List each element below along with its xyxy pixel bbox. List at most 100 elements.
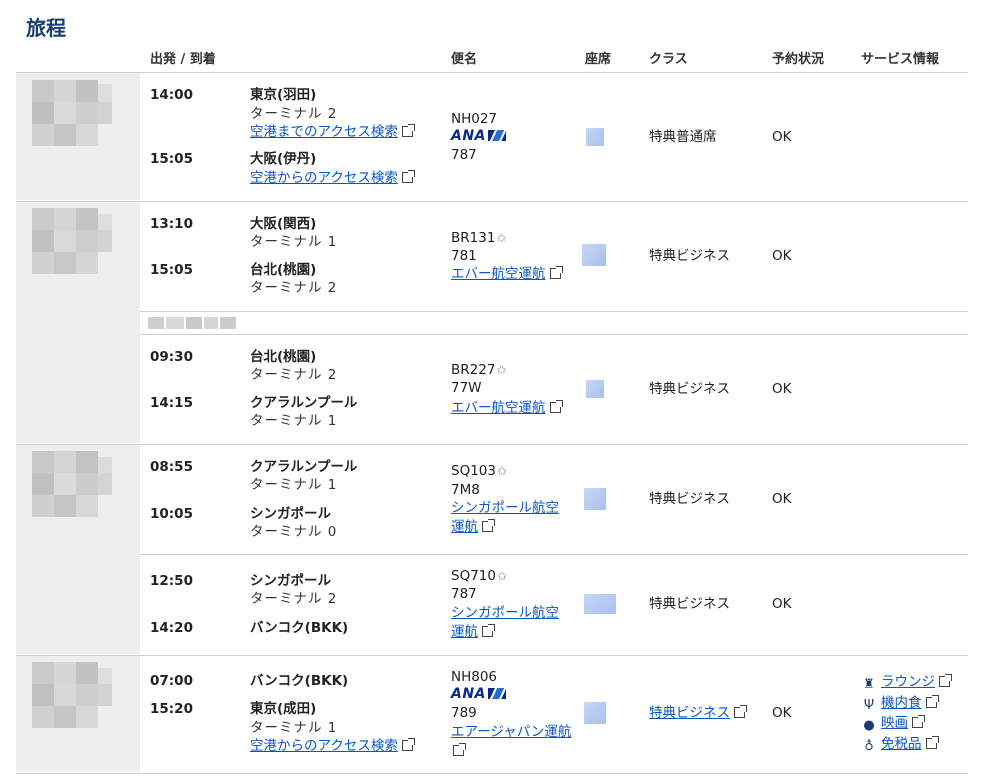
operating-carrier-link[interactable]: エバー航空運航 bbox=[451, 399, 563, 417]
arrival-terminal: ターミナル 0 bbox=[250, 524, 338, 540]
header-seat: 座席 bbox=[585, 52, 612, 67]
arrival-time: 14:20 bbox=[150, 620, 193, 636]
departure-terminal: ターミナル 1 bbox=[250, 477, 338, 493]
external-link-icon bbox=[401, 738, 415, 751]
blurred-thumbnail bbox=[18, 451, 114, 519]
divider bbox=[16, 444, 968, 445]
star-alliance-icon: ✩ bbox=[496, 231, 507, 245]
arrival-time: 15:05 bbox=[150, 151, 193, 167]
booking-status: OK bbox=[772, 596, 792, 612]
header-flight: 便名 bbox=[451, 52, 478, 67]
fare-class-link[interactable]: 特典ビジネス bbox=[649, 704, 747, 722]
operating-carrier-link[interactable]: エアージャパン運航 bbox=[451, 723, 571, 741]
booking-status: OK bbox=[772, 248, 792, 264]
arrival-time: 14:15 bbox=[150, 395, 193, 411]
ana-logo: ANA bbox=[451, 685, 506, 703]
departure-terminal: ターミナル 2 bbox=[250, 106, 338, 122]
arrival-airport: 東京(成田) bbox=[250, 701, 317, 717]
fare-class: 特典ビジネス bbox=[649, 248, 730, 264]
departure-airport: 東京(羽田) bbox=[250, 87, 317, 103]
star-alliance-icon: ✩ bbox=[496, 464, 508, 478]
blurred-thumbnail bbox=[18, 80, 114, 148]
blurred-connection-info bbox=[146, 314, 251, 332]
access-link-label[interactable]: 空港までのアクセス検索 bbox=[250, 124, 398, 140]
star-alliance-icon: ✩ bbox=[496, 363, 507, 377]
aircraft-type: 77W bbox=[451, 380, 482, 396]
external-link-icon bbox=[482, 624, 495, 637]
departure-terminal: ターミナル 2 bbox=[250, 591, 338, 607]
arrival-airport: バンコク(BKK) bbox=[250, 620, 349, 636]
departure-time: 07:00 bbox=[150, 673, 193, 689]
departure-airport: 大阪(関西) bbox=[250, 216, 317, 232]
operating-carrier-link[interactable]: シンガポール航空 bbox=[451, 499, 559, 517]
aircraft-type: 7M8 bbox=[451, 482, 480, 498]
flight-number: NH027 bbox=[451, 111, 498, 127]
seat-blurred bbox=[586, 380, 604, 398]
header-service: サービス情報 bbox=[861, 52, 940, 67]
departure-terminal: ターミナル 2 bbox=[250, 367, 338, 383]
service-lounge[interactable]: ♜ ラウンジ bbox=[861, 673, 952, 692]
departure-time: 13:10 bbox=[150, 216, 193, 232]
operating-carrier-link[interactable]: シンガポール航空 bbox=[451, 604, 559, 622]
aircraft-type: 787 bbox=[451, 147, 477, 163]
external-link-icon bbox=[401, 124, 415, 137]
departure-time: 08:55 bbox=[150, 459, 193, 475]
arrival-terminal: ターミナル 2 bbox=[250, 280, 338, 296]
star-alliance-icon: ✩ bbox=[496, 569, 508, 583]
divider bbox=[16, 201, 968, 202]
departure-terminal: ターミナル 1 bbox=[250, 234, 338, 250]
departure-airport: バンコク(BKK) bbox=[250, 673, 349, 689]
service-meal[interactable]: Ψ 機内食 bbox=[861, 694, 939, 713]
booking-status: OK bbox=[772, 129, 792, 145]
divider bbox=[16, 72, 968, 73]
airport-access-link[interactable]: 空港からのアクセス検索 bbox=[250, 737, 415, 755]
operating-carrier-link[interactable]: 運航 bbox=[451, 518, 495, 536]
operating-carrier-link[interactable]: 運航 bbox=[451, 623, 495, 641]
external-link-icon bbox=[549, 266, 563, 279]
departure-airport: クアラルンプール bbox=[250, 459, 358, 475]
arrival-airport: 台北(桃園) bbox=[250, 262, 317, 278]
header-class: クラス bbox=[649, 52, 688, 67]
departure-time: 14:00 bbox=[150, 87, 193, 103]
header-depart-arrive: 出発 / 到着 bbox=[150, 52, 216, 67]
lounge-icon: ♜ bbox=[863, 677, 875, 692]
arrival-terminal: ターミナル 1 bbox=[250, 413, 338, 429]
service-movie[interactable]: ● 映画 bbox=[861, 714, 925, 733]
external-link-icon[interactable] bbox=[451, 742, 466, 760]
seat-blurred bbox=[584, 702, 606, 724]
divider bbox=[140, 554, 968, 555]
seat-blurred bbox=[582, 244, 606, 266]
external-link-icon bbox=[925, 695, 939, 708]
external-link-icon bbox=[939, 674, 952, 687]
blurred-thumbnail bbox=[18, 208, 114, 276]
film-camera-icon: ● bbox=[863, 718, 875, 733]
external-link-icon bbox=[925, 736, 939, 749]
access-link-label[interactable]: 空港からのアクセス検索 bbox=[250, 170, 398, 186]
flight-number: NH806 bbox=[451, 669, 498, 685]
external-link-icon bbox=[734, 705, 747, 718]
booking-status: OK bbox=[772, 491, 792, 507]
flight-number: BR227✩ bbox=[451, 362, 507, 378]
cutlery-icon: Ψ bbox=[863, 698, 875, 713]
flight-number: SQ103✩ bbox=[451, 463, 508, 479]
divider bbox=[16, 655, 968, 656]
booking-status: OK bbox=[772, 705, 792, 721]
fare-class: 特典ビジネス bbox=[649, 596, 730, 612]
arrival-airport: クアラルンプール bbox=[250, 395, 358, 411]
seat-blurred bbox=[584, 488, 606, 510]
external-link-icon bbox=[401, 170, 415, 183]
divider bbox=[140, 311, 968, 312]
service-duty-free[interactable]: ♁ 免税品 bbox=[861, 735, 939, 754]
divider bbox=[140, 334, 968, 335]
airport-access-link[interactable]: 空港までのアクセス検索 bbox=[250, 123, 415, 141]
external-link-icon bbox=[549, 400, 563, 413]
airport-access-link[interactable]: 空港からのアクセス検索 bbox=[250, 169, 415, 187]
arrival-airport: シンガポール bbox=[250, 506, 331, 522]
external-link-icon bbox=[912, 715, 925, 728]
aircraft-type: 781 bbox=[451, 248, 477, 264]
fare-class: 特典ビジネス bbox=[649, 381, 730, 397]
seat-blurred bbox=[584, 594, 616, 614]
arrival-time: 15:20 bbox=[150, 701, 193, 717]
arrival-time: 10:05 bbox=[150, 506, 193, 522]
operating-carrier-link[interactable]: エバー航空運航 bbox=[451, 265, 563, 283]
